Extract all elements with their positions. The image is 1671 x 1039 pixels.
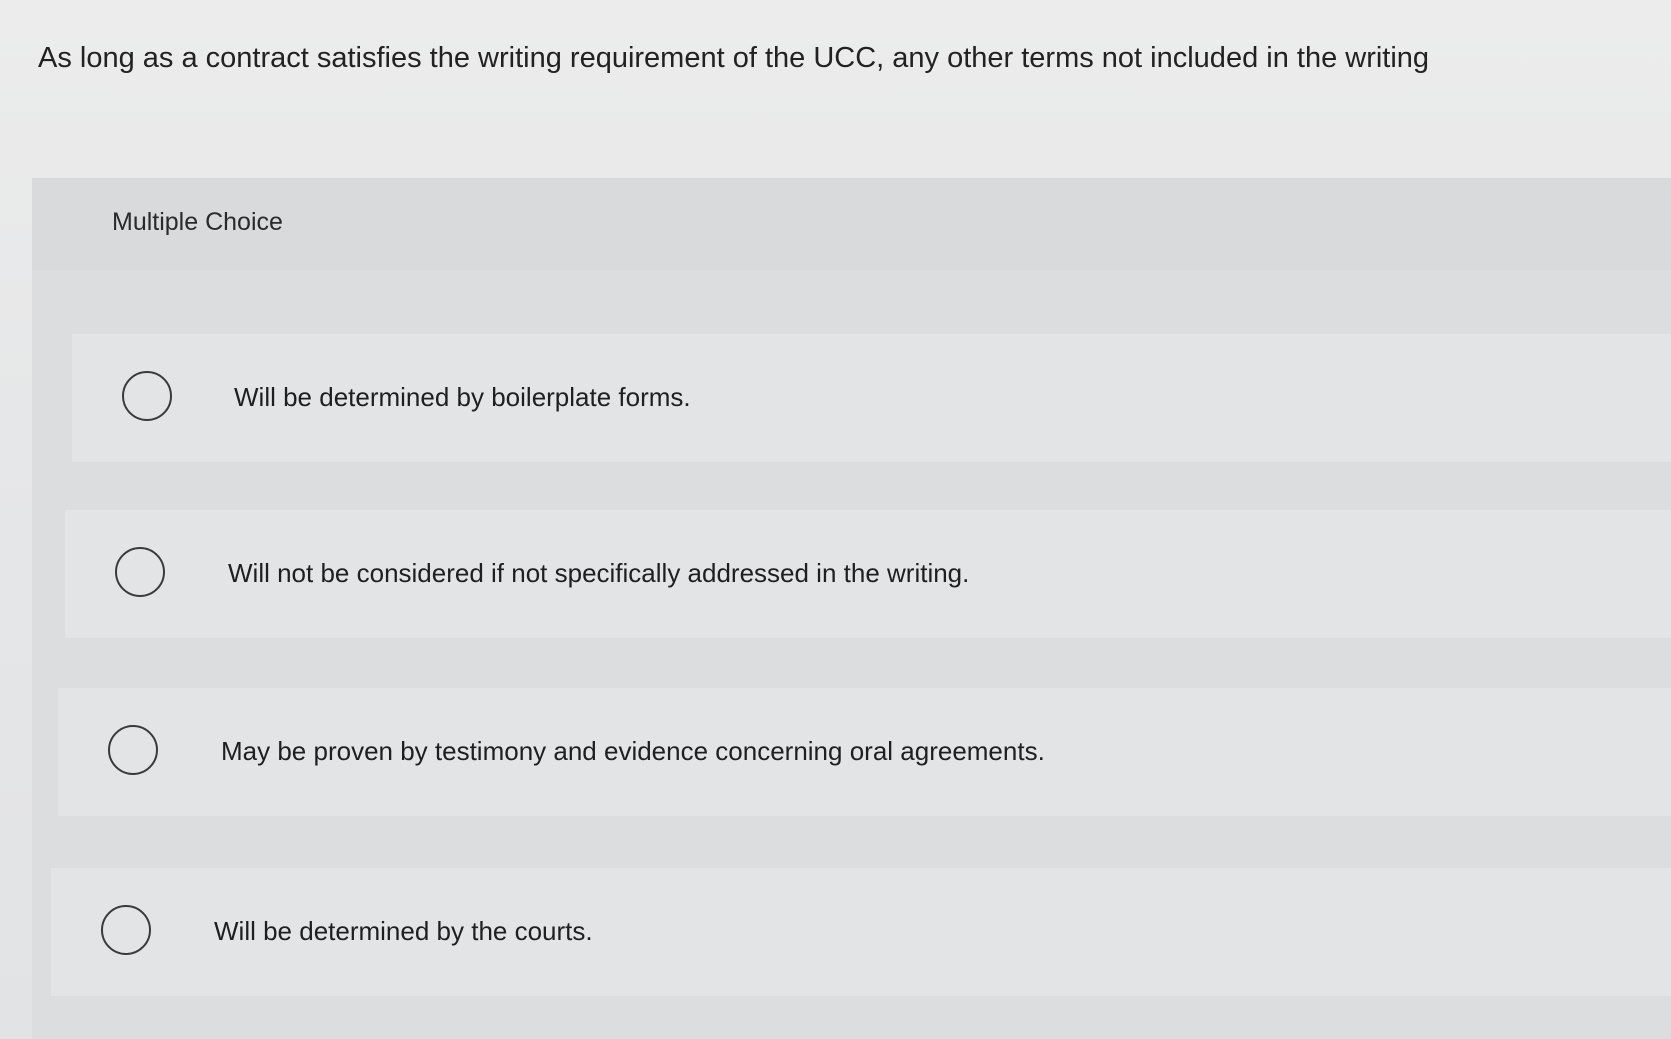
multiple-choice-label: Multiple Choice — [112, 208, 283, 236]
answer-option-label: Will not be considered if not specifical… — [228, 558, 970, 588]
answer-option-label: Will be determined by boilerplate forms. — [234, 382, 691, 412]
answer-option-1[interactable]: Will be determined by boilerplate forms. — [72, 334, 1671, 462]
quiz-page: As long as a contract satisfies the writ… — [0, 0, 1671, 1039]
answer-option-label: Will be determined by the courts. — [214, 916, 593, 946]
multiple-choice-header: Multiple Choice — [32, 178, 1671, 270]
answer-option-4[interactable]: Will be determined by the courts. — [51, 868, 1671, 996]
radio-button-icon[interactable] — [115, 547, 165, 597]
answer-option-label: May be proven by testimony and evidence … — [221, 736, 1045, 766]
radio-button-icon[interactable] — [122, 371, 172, 421]
radio-button-icon[interactable] — [108, 725, 158, 775]
question-text: As long as a contract satisfies the writ… — [38, 42, 1430, 74]
answer-option-3[interactable]: May be proven by testimony and evidence … — [58, 688, 1671, 816]
answer-option-2[interactable]: Will not be considered if not specifical… — [65, 510, 1671, 638]
radio-button-icon[interactable] — [101, 905, 151, 955]
